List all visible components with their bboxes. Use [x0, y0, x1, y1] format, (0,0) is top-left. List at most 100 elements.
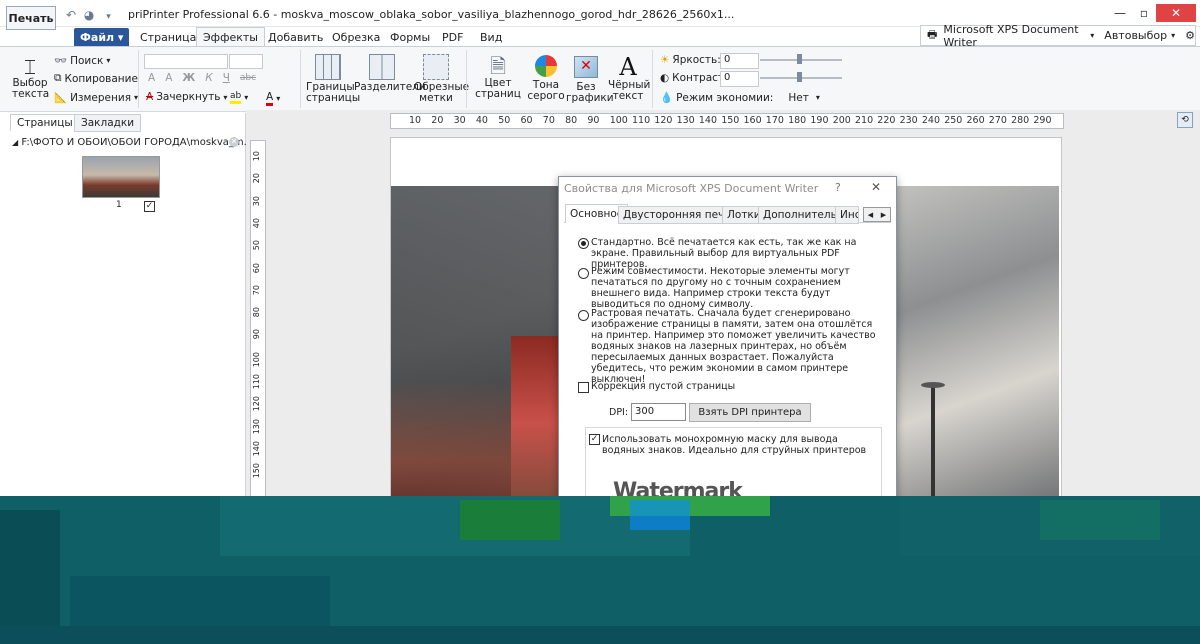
tab-pages[interactable]: Страницы [10, 114, 80, 131]
tab-bookmarks[interactable]: Закладки [74, 114, 142, 132]
shrink-font-button[interactable]: A [165, 72, 172, 84]
dpi-input[interactable]: 300 [631, 403, 686, 421]
binoculars-icon: 👓 [54, 55, 68, 67]
font-name-combo[interactable] [144, 54, 228, 69]
font-color-button[interactable]: A ▾ [266, 91, 280, 106]
ruler-tick-label: 40 [475, 115, 488, 126]
no-graphics-label: Без графики [566, 81, 614, 104]
ruler-tick-label: 250 [944, 115, 963, 126]
tab-scroll[interactable]: ◀ ▶ [863, 207, 891, 222]
printer-name: Microsoft XPS Document Writer [943, 22, 1079, 49]
compat-option-text: Режим совместимости. Некоторые элементы … [591, 266, 850, 310]
tab-file[interactable]: Файл ▾ [74, 28, 130, 46]
get-dpi-button[interactable]: Взять DPI принтера [689, 403, 811, 422]
no-graphics-button[interactable]: ✕ Без графики [566, 54, 614, 104]
printer-select[interactable]: 🖶 Microsoft XPS Document Writer ▾ Автовы… [920, 22, 1196, 49]
raster-option-text: Растровая печатать. Сначала будет сгенер… [591, 308, 876, 385]
ruler-tick-label: 90 [587, 115, 600, 126]
measure-button[interactable]: 📐 Измерения ▾ [54, 91, 138, 105]
ruler-tick-label: 70 [252, 284, 261, 295]
tab-forms[interactable]: Формы [384, 28, 436, 46]
measure-label: Измерения [70, 91, 132, 104]
grow-font-button[interactable]: A [148, 72, 155, 84]
customize-icon[interactable]: ▾ [106, 12, 111, 22]
thumbnail-number: 1 [116, 200, 122, 210]
zoom-fit-icon[interactable]: ⟲ [1177, 112, 1193, 128]
black-text-label: Чёрный текст [608, 79, 651, 102]
brightness-slider-handle[interactable] [797, 54, 802, 64]
contrast-input[interactable]: 0 [720, 71, 759, 87]
grayscale-button[interactable]: Тона серого [526, 54, 566, 102]
tab-effects[interactable]: Эффекты [196, 27, 265, 47]
compat-radio[interactable] [578, 268, 589, 279]
economy-mode[interactable]: 💧 Режим экономии: Нет ▾ [660, 91, 820, 105]
font-size-combo[interactable] [229, 54, 263, 69]
ruler-tick-label: 60 [252, 262, 261, 273]
raster-radio[interactable] [578, 310, 589, 321]
tab-tools[interactable]: Инстр [835, 206, 859, 224]
ruler-tick-label: 10 [409, 115, 422, 126]
mono-mask-checkbox[interactable]: ✓ [589, 434, 600, 445]
italic-button[interactable]: К [205, 72, 212, 84]
ruler-tick-label: 290 [1033, 115, 1052, 126]
printer-mode[interactable]: Автовыбор [1104, 29, 1167, 42]
ruler-tick-label: 230 [899, 115, 918, 126]
close-button[interactable]: ✕ [1156, 4, 1196, 22]
ruler-tick-label: 170 [765, 115, 784, 126]
brightness-input[interactable]: 0 [720, 53, 759, 69]
standard-radio[interactable] [578, 238, 589, 249]
help-button[interactable]: ? [835, 181, 841, 194]
tab-add[interactable]: Добавить [262, 28, 329, 46]
strikethrough-abc-button[interactable]: abc [240, 73, 256, 83]
file-path: ◢ F:\ФОТО И ОБОИ\ОБОИ ГОРОДА\moskva_m... [12, 137, 253, 148]
ruler-tick-label: 110 [252, 374, 261, 390]
ruler-tick-label: 240 [921, 115, 941, 126]
chevron-down-icon: ▾ [815, 93, 820, 102]
print-button[interactable]: Печать [6, 6, 56, 30]
ruler-tick-label: 10 [252, 151, 261, 162]
undo-icon[interactable]: ↶ [66, 8, 76, 22]
redo-icon[interactable]: ◕ [84, 8, 94, 22]
tab-view[interactable]: Вид [474, 28, 508, 46]
chevron-right-icon[interactable]: ▶ [881, 211, 886, 219]
page-borders-button[interactable]: Границы страницы [306, 54, 360, 104]
contrast-slider-handle[interactable] [797, 72, 802, 82]
tab-crop[interactable]: Обрезка [326, 28, 386, 46]
color-pages-button[interactable]: 🗎 Цвет страниц [472, 54, 524, 100]
strikethrough-button[interactable]: A Зачеркнуть ▾ [146, 91, 227, 103]
highlight-button[interactable]: ab ▾ [230, 91, 248, 104]
tab-pdf[interactable]: PDF [436, 28, 469, 46]
crop-marks-button[interactable]: Обрезные метки [414, 54, 469, 104]
ruler-icon: 📐 [54, 92, 68, 104]
ruler-tick-label: 110 [632, 115, 651, 126]
black-text-button[interactable]: A Чёрный текст [608, 54, 651, 102]
dialog-close-button[interactable]: ✕ [871, 180, 881, 194]
video-glitch-overlay [0, 496, 1200, 644]
minimize-button[interactable]: — [1108, 4, 1132, 22]
select-text-label: Выбор текста [12, 77, 50, 100]
select-text-button[interactable]: ⌶ Выбор текста [12, 56, 50, 100]
chevron-down-icon: ▾ [223, 92, 228, 102]
thumbnail-checkbox[interactable]: ✓ [144, 201, 155, 212]
maximize-button[interactable]: ▫ [1132, 4, 1156, 22]
page-thumbnail[interactable] [82, 156, 160, 198]
copy-button[interactable]: ⧉ Копирование [54, 72, 138, 85]
ribbon-separator [652, 50, 653, 108]
tab-page[interactable]: Страница [134, 28, 202, 46]
palette-icon [535, 55, 557, 77]
chevron-down-icon: ▾ [276, 94, 281, 103]
strike-label: Зачеркнуть [156, 91, 221, 103]
search-button[interactable]: 👓 Поиск ▾ [54, 54, 110, 68]
color-pages-label: Цвет страниц [475, 77, 521, 100]
chevron-left-icon[interactable]: ◀ [868, 211, 873, 219]
underline-button[interactable]: Ч [223, 72, 230, 84]
horizontal-ruler: 10 20 30 40 50 60 70 80 90 100 110 120 130 140 150 160 1… [390, 113, 1064, 129]
chevron-down-icon: ▾ [1090, 31, 1095, 40]
dividers-button[interactable]: Разделители [354, 54, 426, 93]
close-icon[interactable]: ✕ [229, 137, 239, 147]
ruler-tick-label: 100 [252, 351, 261, 367]
gear-icon[interactable]: ⚙ [1185, 29, 1195, 42]
collapse-icon[interactable]: ◢ [12, 138, 18, 147]
bold-button[interactable]: Ж [182, 72, 195, 84]
empty-page-checkbox[interactable] [578, 382, 589, 393]
